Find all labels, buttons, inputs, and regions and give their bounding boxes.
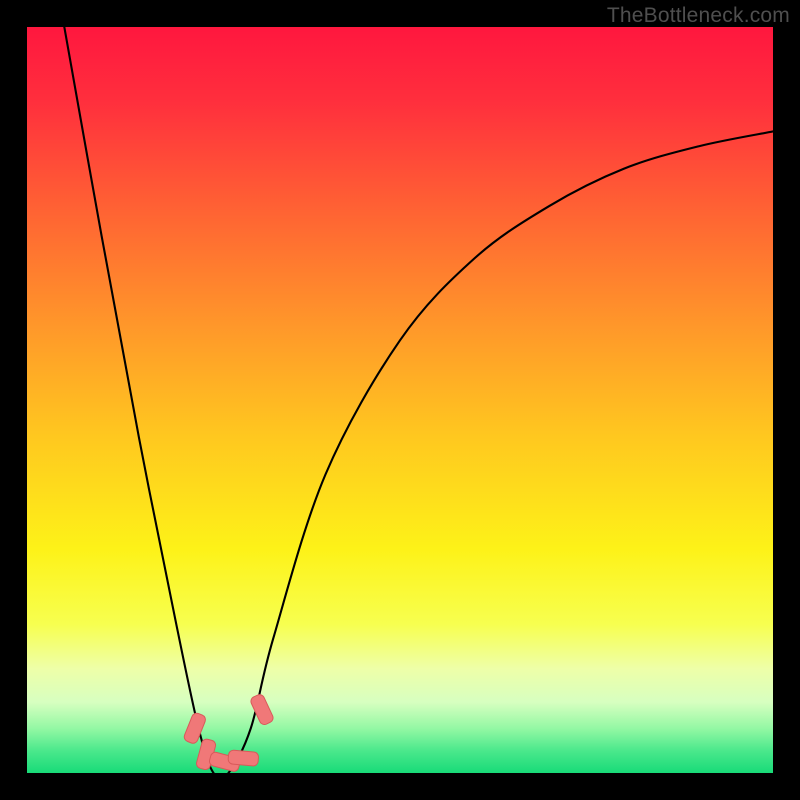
chart-svg	[27, 27, 773, 773]
highlight-marker	[228, 750, 259, 767]
gradient-background	[27, 27, 773, 773]
chart-frame: TheBottleneck.com	[0, 0, 800, 800]
plot-area	[27, 27, 773, 773]
attribution-label: TheBottleneck.com	[607, 4, 790, 28]
